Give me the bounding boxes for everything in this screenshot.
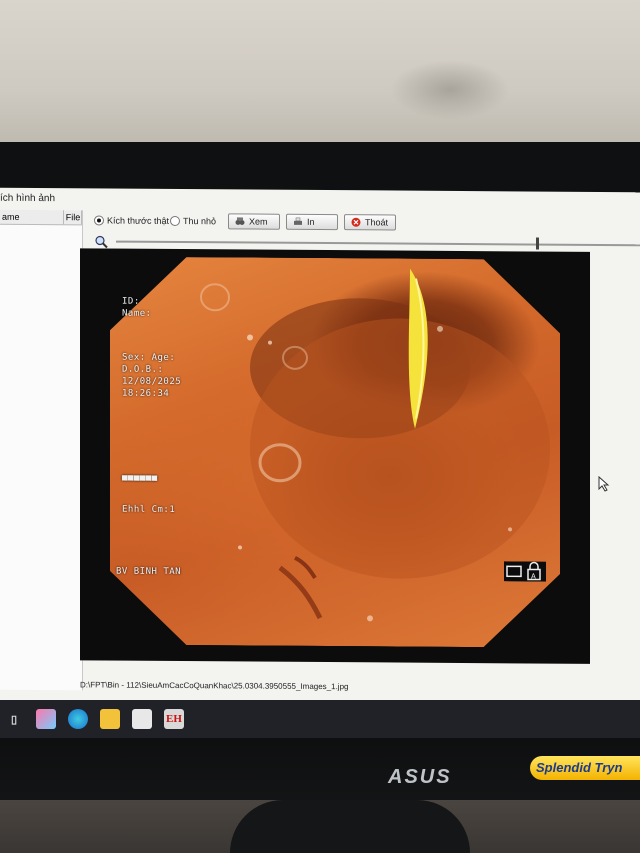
overlay-id: ID: (122, 296, 140, 307)
printer-icon (294, 217, 302, 225)
radio-dot-actual[interactable] (94, 215, 104, 226)
svg-text:A: A (531, 572, 536, 580)
file-path-status: D:\FPT\Bin - 112\SieuAmCacCoQuanKhac\25.… (80, 680, 349, 692)
column-name-header[interactable]: ame (0, 209, 64, 225)
monitor-bezel-top (0, 142, 640, 194)
view-button-label: Xem (249, 216, 268, 227)
monitor-screen: ích hình ảnh ame File Kích thước thật Th… (0, 187, 640, 733)
print-button-label: In (307, 216, 315, 227)
exit-icon (351, 217, 361, 227)
file-explorer-icon[interactable] (100, 709, 120, 729)
zoom-slider-track[interactable] (116, 240, 640, 247)
file-list-header: ame File (0, 209, 82, 226)
print-button[interactable]: In (286, 213, 338, 231)
overlay-time: 18:26:34 (122, 388, 170, 399)
splendid-badge: Splendid Tryn (530, 756, 640, 780)
overlay-name: Name: (122, 308, 152, 319)
radio-actual-label: Kích thước thật (107, 215, 169, 226)
overlay-mask: ▀▀▀▀▀▀ (122, 476, 158, 487)
overlay-dob: D.O.B.: (122, 364, 164, 375)
radio-dot-shrink[interactable] (170, 215, 180, 227)
monitor-stand (230, 800, 470, 853)
overlay-sex-age: Sex: Age: (122, 352, 176, 363)
app-window-icon[interactable] (132, 709, 152, 729)
radio-shrink[interactable]: Thu nhỏ (170, 215, 217, 227)
endoscopy-details (110, 257, 560, 648)
endoscopy-image (110, 257, 560, 648)
overlay-channel: Ehhl Cm:1 (122, 504, 176, 515)
column-file-header[interactable]: File (63, 210, 82, 225)
view-button[interactable]: Xem (228, 213, 280, 230)
toolbar: Kích thước thật Thu nhỏ Xem In Thoát (90, 210, 640, 236)
eh-app-icon[interactable]: EH (164, 709, 184, 729)
task-view-icon[interactable]: ▯ (4, 709, 24, 729)
monitor-brand-logo: ASUS (388, 766, 452, 788)
image-viewer[interactable]: ID: Name: Sex: Age: D.O.B.: 12/08/2025 1… (80, 248, 590, 664)
wall-stain (390, 60, 510, 120)
mouse-cursor-icon (598, 475, 610, 492)
lock-icon: A (504, 561, 546, 582)
radio-shrink-label: Thu nhỏ (183, 216, 217, 227)
exit-button-label: Thoát (365, 217, 389, 228)
taskbar: ▯ EH (0, 700, 640, 738)
overlay-date: 12/08/2025 (122, 376, 182, 388)
overlay-hospital: BV BINH TAN (116, 566, 182, 578)
endoscopy-frame: ID: Name: Sex: Age: D.O.B.: 12/08/2025 1… (80, 248, 590, 664)
copilot-icon[interactable] (36, 709, 56, 729)
zoom-slider-thumb[interactable] (536, 237, 540, 250)
magnifier-icon[interactable] (94, 234, 108, 249)
background-wall (0, 0, 640, 150)
radio-actual-size[interactable]: Kích thước thật (94, 215, 169, 226)
file-list-panel[interactable]: ame File (0, 209, 83, 691)
edge-browser-icon[interactable] (68, 709, 88, 729)
binoculars-icon (235, 217, 245, 225)
window-title: ích hình ảnh (0, 192, 56, 205)
exit-button[interactable]: Thoát (344, 214, 396, 231)
